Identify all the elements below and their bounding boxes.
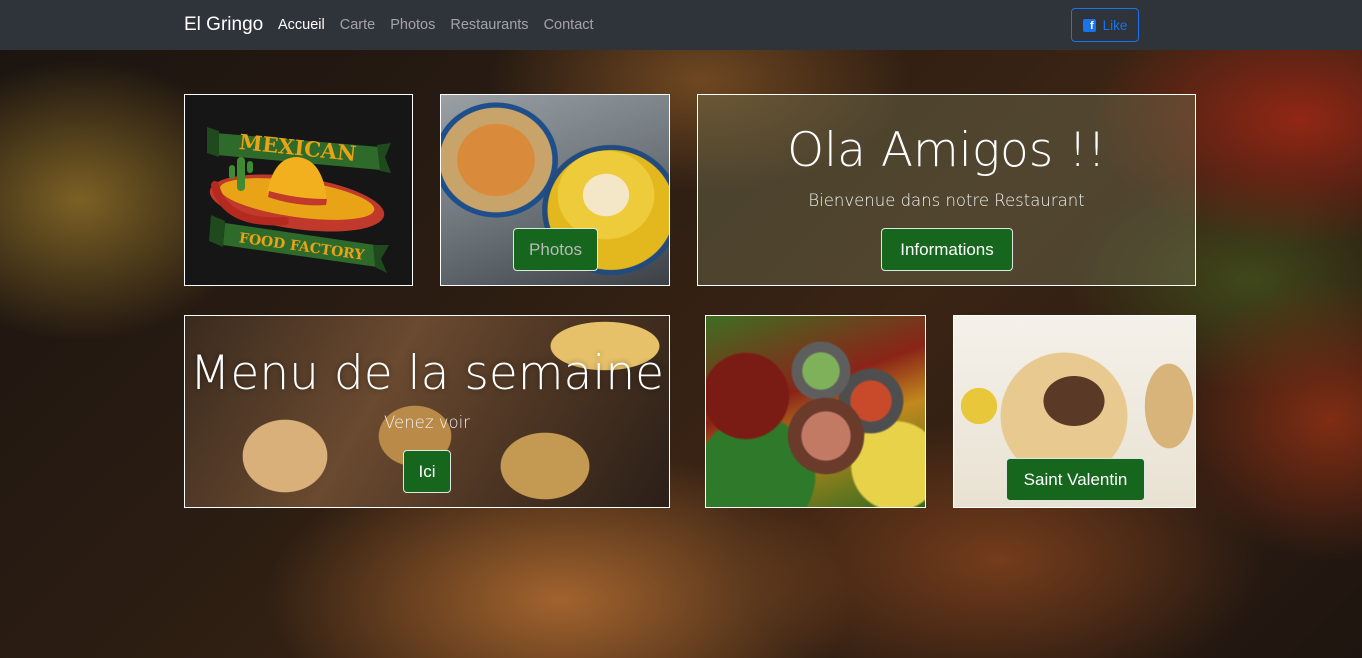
menu-card: Menu de la semaine Venez voir Ici (184, 315, 670, 508)
facebook-icon: f (1082, 18, 1096, 32)
saint-valentin-button[interactable]: Saint Valentin (1006, 458, 1145, 501)
welcome-card: Ola Amigos !! Bienvenue dans notre Resta… (697, 94, 1196, 286)
brand-link[interactable]: El Gringo (184, 14, 263, 36)
nav-link-photos[interactable]: Photos (390, 17, 435, 33)
photos-button[interactable]: Photos (513, 228, 598, 271)
logo-card: MEXICAN FOOD FACTORY (184, 94, 413, 286)
nav-links: Accueil Carte Photos Restaurants Contact (278, 17, 594, 33)
photos-card: Photos (440, 94, 670, 286)
menu-subtitle: Venez voir (384, 413, 470, 432)
welcome-title: Ola Amigos !! (787, 123, 1106, 178)
menu-title: Menu de la semaine (189, 346, 665, 401)
mexican-food-factory-logo: MEXICAN FOOD FACTORY (207, 127, 391, 273)
facebook-like-button[interactable]: f Like (1071, 8, 1139, 42)
informations-button[interactable]: Informations (881, 228, 1013, 271)
top-navbar: El Gringo Accueil Carte Photos Restauran… (0, 0, 1362, 50)
nav-link-carte[interactable]: Carte (340, 17, 375, 33)
welcome-subtitle: Bienvenue dans notre Restaurant (808, 191, 1085, 210)
spices-image-card (705, 315, 926, 508)
nav-link-contact[interactable]: Contact (544, 17, 594, 33)
nav-link-restaurants[interactable]: Restaurants (450, 17, 528, 33)
ici-button[interactable]: Ici (403, 450, 451, 493)
facebook-like-label: Like (1102, 17, 1128, 33)
tacos-card: Saint Valentin (953, 315, 1196, 508)
nav-link-accueil[interactable]: Accueil (278, 17, 325, 33)
